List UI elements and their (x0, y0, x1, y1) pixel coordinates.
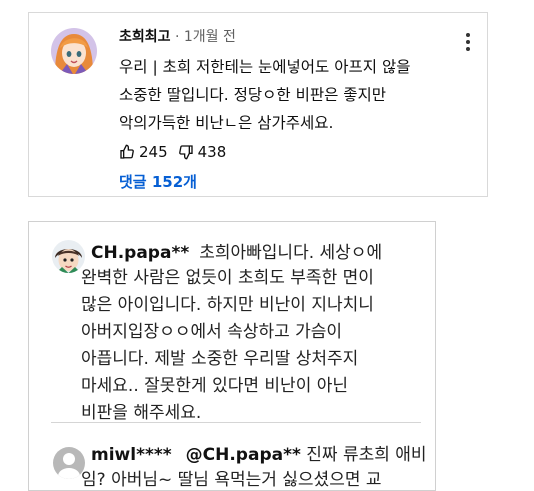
comment-actions: 245 438 (119, 143, 236, 161)
comment-card: 초희최고 · 1개월 전 우리 | 초희 저한테는 눈에넣어도 아프지 않을 소… (28, 12, 488, 197)
reply-header: CH.papa** 초희아빠입니다. 세상ㅇ에 (91, 238, 382, 263)
comment-meta: 초희최고 · 1개월 전 (119, 26, 236, 46)
avatar-anime-girl-icon (51, 28, 97, 74)
thumbs-up-icon[interactable] (119, 144, 135, 160)
comment-author[interactable]: 초희최고 (119, 29, 171, 45)
reply-text: 완벽한 사람은 없듯이 초희도 부족한 면이 많은 아이입니다. 하지만 비난이… (81, 265, 431, 427)
reply-author[interactable]: CH.papa** (91, 243, 189, 263)
reply-header: miwl**** @CH.papa** 진짜 류초희 애비 (91, 440, 427, 465)
reply-author[interactable]: miwl**** (91, 445, 172, 465)
thumbs-down-icon[interactable] (178, 144, 194, 160)
reply-line: 진짜 류초희 애비 (300, 445, 427, 465)
reply-thread-card: CH.papa** 초희아빠입니다. 세상ㅇ에 완벽한 사람은 없듯이 초희도 부… (28, 221, 436, 491)
reply-line: 완벽한 사람은 없듯이 초희도 부족한 면이 (81, 268, 374, 288)
reply-line: 마세요.. 잘못한게 있다면 비난이 아닌 (81, 376, 349, 396)
reply-line: 초희아빠입니다. 세상ㅇ에 (199, 243, 383, 263)
meta-separator: · (170, 29, 184, 45)
replies-button[interactable]: 댓글 152개 (119, 171, 197, 192)
reply-mention[interactable]: @CH.papa** (186, 445, 301, 465)
reply-text: 임? 아버님~ 딸님 욕먹는거 싫으셨으면 교 (81, 470, 382, 490)
avatar[interactable] (51, 28, 97, 74)
like-count: 245 (139, 143, 168, 161)
divider (51, 422, 421, 423)
more-vert-icon[interactable] (465, 33, 471, 51)
reply-line: 많은 아이입니다. 하지만 비난이 지나치니 (81, 295, 374, 315)
comment-line: 소중한 딸입니다. 정당ㅇ한 비판은 좋지만 (119, 86, 387, 104)
reply-line: 아버지입장ㅇㅇ에서 속상하고 가슴이 (81, 322, 343, 342)
dislike-count: 438 (197, 143, 227, 161)
comment-text: 우리 | 초희 저한테는 눈에넣어도 아프지 않을 소중한 딸입니다. 정당ㅇ한… (119, 53, 464, 137)
reply-line: 아픕니다. 제발 소중한 우리딸 상처주지 (81, 349, 359, 369)
comment-time[interactable]: 1개월 전 (184, 29, 236, 45)
comment-line: 우리 | 초희 저한테는 눈에넣어도 아프지 않을 (119, 58, 411, 76)
comment-line: 악의가득한 비난ㄴ은 삼가주세요. (119, 114, 334, 132)
